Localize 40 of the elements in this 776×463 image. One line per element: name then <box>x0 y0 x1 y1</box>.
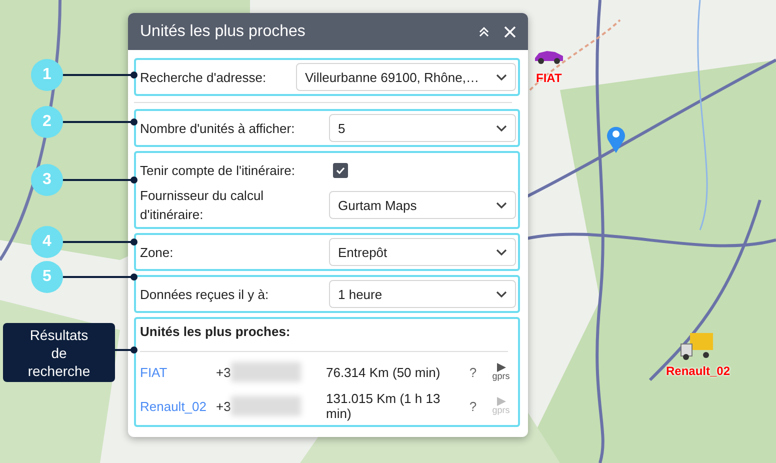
field-label: Données reçues il y à: <box>140 286 270 304</box>
play-icon <box>496 363 506 372</box>
distance-text: 131.015 Km (1 h 13 min) <box>326 391 442 421</box>
panel-title: Unités les plus proches <box>140 22 306 40</box>
send-command-button[interactable]: gprs <box>486 363 516 381</box>
callout-label: Résultats de recherche <box>3 323 115 382</box>
redaction-blur <box>230 362 301 382</box>
dropdown-field[interactable]: Entrepôt <box>329 238 516 266</box>
field-label: Tenir compte de l'itinéraire: <box>140 162 296 180</box>
checkbox[interactable] <box>333 162 348 178</box>
help-mark: ? <box>469 364 477 380</box>
car-icon <box>533 48 565 64</box>
chevron-down-icon <box>496 74 507 80</box>
field-label: Nombre d'unités à afficher: <box>140 120 296 138</box>
play-icon <box>496 397 506 406</box>
unit-marker-label: FIAT <box>536 71 562 85</box>
checkmark-icon <box>336 166 345 174</box>
leader-line <box>115 346 138 354</box>
chevron-down-icon <box>496 248 507 256</box>
results-title: Unités les plus proches: <box>140 323 292 341</box>
field-label: Fournisseur du calcul d'itinéraire: <box>140 187 265 224</box>
phone-number: +3 <box>216 398 231 414</box>
phone-number: +3 <box>216 364 231 380</box>
redaction-blur <box>230 396 301 416</box>
dropdown-field[interactable]: Gurtam Maps <box>329 191 516 219</box>
unit-marker-label: Renault_02 <box>666 364 730 378</box>
field-label: Recherche d'adresse: <box>140 68 268 86</box>
close-button[interactable] <box>504 26 516 38</box>
field-label: Zone: <box>140 244 174 262</box>
chevron-down-icon <box>496 290 507 298</box>
dropdown-field[interactable]: Villeurbanne 69100, Rhône,… <box>296 63 516 91</box>
help-mark: ? <box>469 398 477 414</box>
dropdown-field[interactable]: 5 <box>329 114 516 142</box>
chevron-down-icon <box>496 202 507 208</box>
collapse-button[interactable] <box>478 26 490 38</box>
truck-icon <box>680 332 714 360</box>
location-pin-icon <box>606 125 626 153</box>
distance-text: 76.314 Km (50 min) <box>326 364 442 380</box>
chevron-down-icon <box>496 124 507 132</box>
dropdown-field[interactable]: 1 heure <box>329 280 516 308</box>
